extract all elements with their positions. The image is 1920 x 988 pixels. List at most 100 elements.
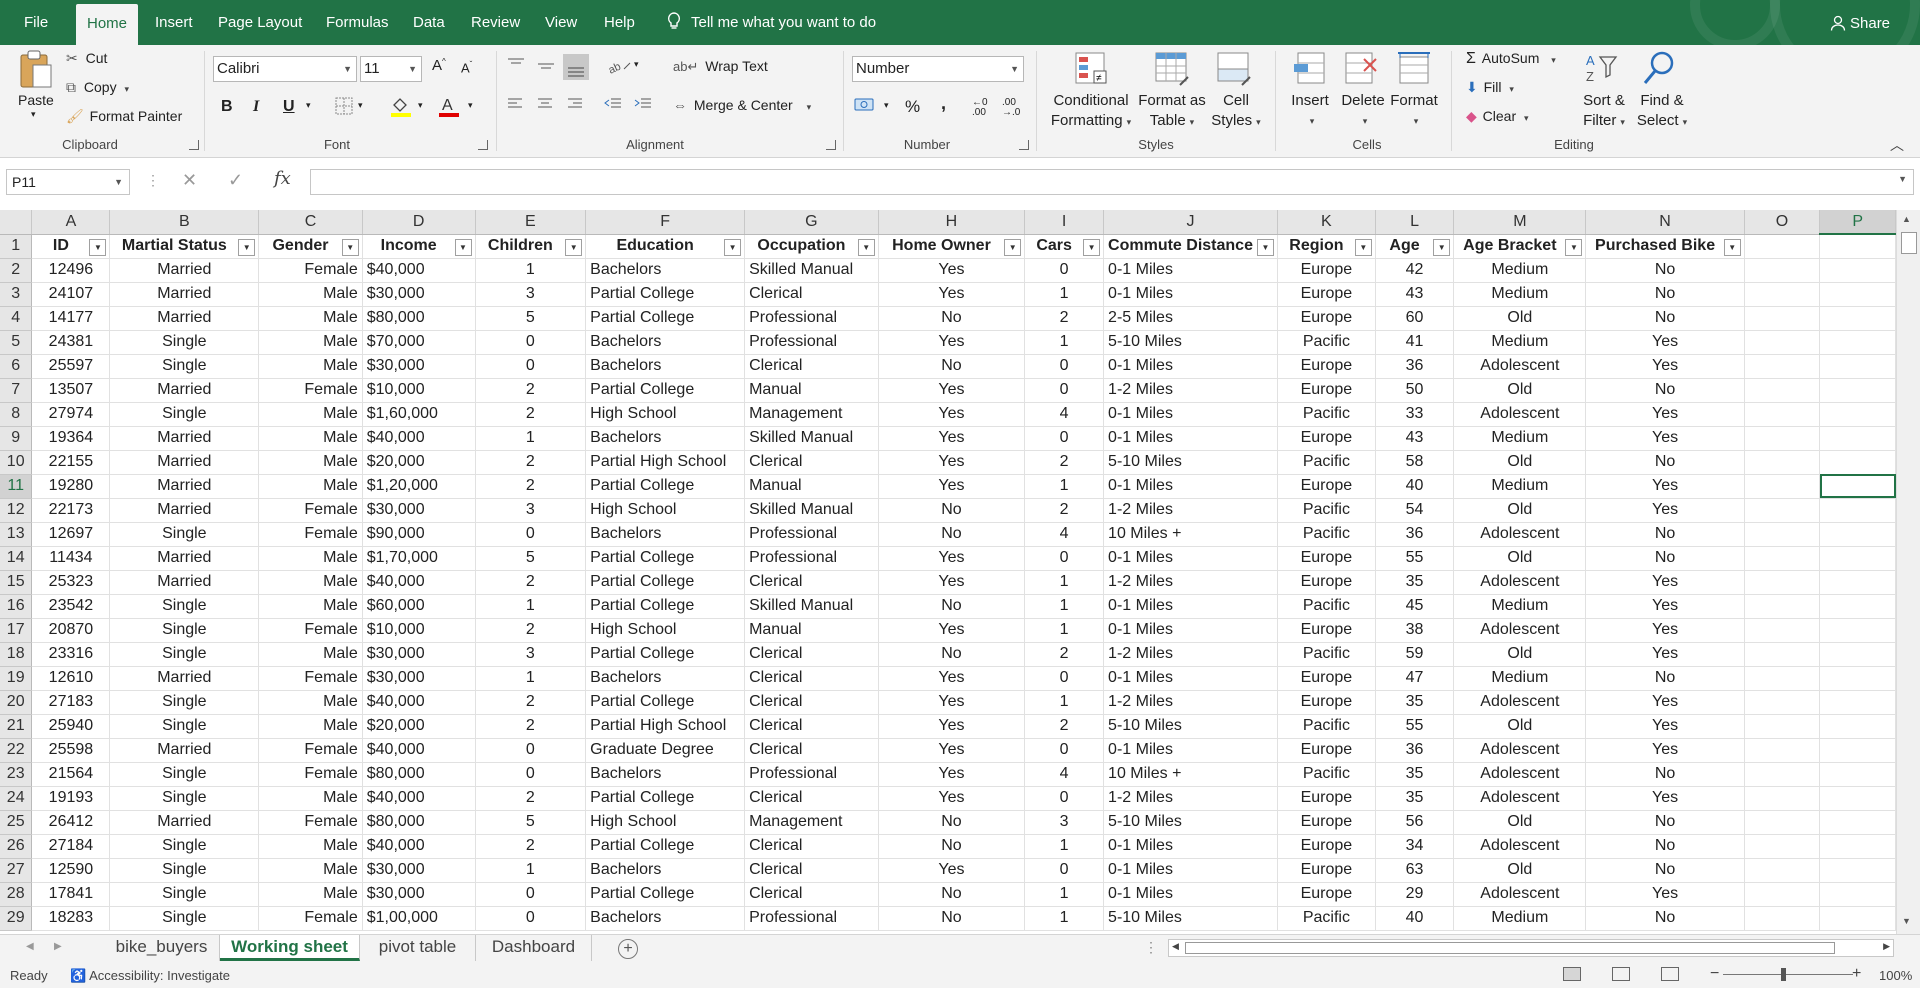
page-break-view-icon[interactable] xyxy=(1661,967,1679,981)
cell[interactable]: 3 xyxy=(1024,810,1105,835)
autosum-dropdown-icon[interactable]: ▾ xyxy=(1551,55,1556,65)
header-cell[interactable]: Purchased Bike ▼ xyxy=(1585,234,1745,259)
column-header-g[interactable]: G xyxy=(744,210,879,235)
cell[interactable]: Male xyxy=(258,714,363,739)
cell[interactable]: 0 xyxy=(1024,426,1105,451)
filter-dropdown-icon[interactable]: ▼ xyxy=(1433,238,1451,256)
accounting-dropdown-icon[interactable]: ▾ xyxy=(884,100,889,111)
cell[interactable]: 1 xyxy=(475,666,587,691)
align-top-icon[interactable] xyxy=(507,57,525,74)
cell[interactable]: High School xyxy=(585,810,746,835)
cell[interactable]: 3 xyxy=(475,498,587,523)
cell[interactable]: Male xyxy=(258,354,363,379)
cell[interactable]: Medium xyxy=(1453,426,1587,451)
cell[interactable]: $30,000 xyxy=(362,642,476,667)
number-launcher-icon[interactable] xyxy=(1019,140,1029,150)
cell[interactable] xyxy=(1819,786,1896,811)
cell[interactable]: 23542 xyxy=(31,594,111,619)
cell[interactable]: Yes xyxy=(1585,354,1745,379)
cell[interactable]: Yes xyxy=(878,474,1026,499)
menu-tab-home[interactable]: Home xyxy=(76,4,139,45)
cell[interactable]: Yes xyxy=(1585,690,1745,715)
cell[interactable]: 1 xyxy=(1024,570,1105,595)
column-header-m[interactable]: M xyxy=(1453,210,1587,235)
cell[interactable]: 1-2 Miles xyxy=(1103,786,1278,811)
cell[interactable]: 0-1 Miles xyxy=(1103,666,1278,691)
header-cell[interactable]: Income ▼ xyxy=(362,234,476,259)
cell[interactable]: Yes xyxy=(1585,402,1745,427)
tab-splitter-icon[interactable]: ⋮ xyxy=(1144,939,1158,956)
cell[interactable] xyxy=(1744,402,1821,427)
cell[interactable] xyxy=(1744,858,1821,883)
align-bottom-icon[interactable] xyxy=(563,54,589,80)
cell[interactable]: Europe xyxy=(1277,378,1376,403)
cell[interactable]: Pacific xyxy=(1277,714,1376,739)
cell[interactable] xyxy=(1744,306,1821,331)
cell[interactable] xyxy=(1819,906,1896,931)
cell[interactable]: 0-1 Miles xyxy=(1103,426,1278,451)
cell[interactable]: 1-2 Miles xyxy=(1103,378,1278,403)
cell[interactable]: High School xyxy=(585,498,746,523)
cell[interactable] xyxy=(1819,282,1896,307)
collapse-ribbon-icon[interactable]: ︿ xyxy=(1890,135,1904,155)
zoom-slider-thumb[interactable] xyxy=(1781,968,1786,981)
cell[interactable]: 2 xyxy=(475,474,587,499)
cell[interactable]: Partial College xyxy=(585,882,746,907)
menu-tab-view[interactable]: View xyxy=(545,0,577,45)
cell[interactable]: Europe xyxy=(1277,834,1376,859)
zoom-slider[interactable] xyxy=(1723,974,1853,975)
filter-dropdown-icon[interactable]: ▼ xyxy=(1083,238,1101,256)
comma-style-button[interactable]: , xyxy=(941,93,946,114)
cell[interactable] xyxy=(1744,834,1821,859)
cell[interactable]: 11434 xyxy=(31,546,111,571)
cell[interactable]: 0 xyxy=(1024,858,1105,883)
cell[interactable]: Male xyxy=(258,594,363,619)
filter-dropdown-icon[interactable]: ▼ xyxy=(341,238,359,256)
cell[interactable]: Partial College xyxy=(585,834,746,859)
filter-dropdown-icon[interactable]: ▼ xyxy=(89,238,107,256)
prev-sheet-icon[interactable]: ◀ xyxy=(26,941,34,952)
more-options-icon[interactable]: ⋮ xyxy=(146,172,160,189)
clipboard-launcher-icon[interactable] xyxy=(189,140,199,150)
cell[interactable]: No xyxy=(1585,906,1745,931)
cell[interactable]: No xyxy=(878,882,1026,907)
cell[interactable]: 1-2 Miles xyxy=(1103,642,1278,667)
cell[interactable]: 18283 xyxy=(31,906,111,931)
cell[interactable]: Male xyxy=(258,306,363,331)
menu-tab-page-layout[interactable]: Page Layout xyxy=(218,0,302,45)
cell[interactable]: Yes xyxy=(878,762,1026,787)
filter-dropdown-icon[interactable]: ▼ xyxy=(1565,238,1583,256)
row-header[interactable]: 18 xyxy=(0,642,33,667)
cell[interactable]: 40 xyxy=(1375,474,1455,499)
cell[interactable]: Europe xyxy=(1277,882,1376,907)
cell[interactable]: Adolescent xyxy=(1453,786,1587,811)
cell[interactable]: Pacific xyxy=(1277,402,1376,427)
cell[interactable]: Male xyxy=(258,690,363,715)
cell[interactable]: Yes xyxy=(878,618,1026,643)
menu-file[interactable]: File xyxy=(24,0,48,45)
accounting-format-icon[interactable] xyxy=(854,97,876,116)
cell[interactable]: $40,000 xyxy=(362,690,476,715)
cell[interactable]: 55 xyxy=(1375,714,1455,739)
cell[interactable]: Single xyxy=(109,690,260,715)
menu-tab-help[interactable]: Help xyxy=(604,0,635,45)
cell[interactable]: 12697 xyxy=(31,522,111,547)
row-header[interactable]: 13 xyxy=(0,522,33,547)
cell[interactable]: 4 xyxy=(1024,402,1105,427)
cell[interactable]: Medium xyxy=(1453,258,1587,283)
cell[interactable]: Male xyxy=(258,282,363,307)
cell[interactable]: Male xyxy=(258,330,363,355)
cell[interactable]: 35 xyxy=(1375,786,1455,811)
cell[interactable]: 25597 xyxy=(31,354,111,379)
cell[interactable]: 0-1 Miles xyxy=(1103,858,1278,883)
cell[interactable]: Europe xyxy=(1277,810,1376,835)
cell[interactable] xyxy=(1819,738,1896,763)
cell[interactable]: Yes xyxy=(878,570,1026,595)
cell[interactable]: $30,000 xyxy=(362,858,476,883)
header-cell[interactable]: Martial Status ▼ xyxy=(109,234,260,259)
cell[interactable]: Old xyxy=(1453,642,1587,667)
page-layout-view-icon[interactable] xyxy=(1612,967,1630,981)
cell[interactable]: Europe xyxy=(1277,786,1376,811)
cell[interactable] xyxy=(1744,786,1821,811)
scroll-up-icon[interactable]: ▲ xyxy=(1902,214,1911,224)
